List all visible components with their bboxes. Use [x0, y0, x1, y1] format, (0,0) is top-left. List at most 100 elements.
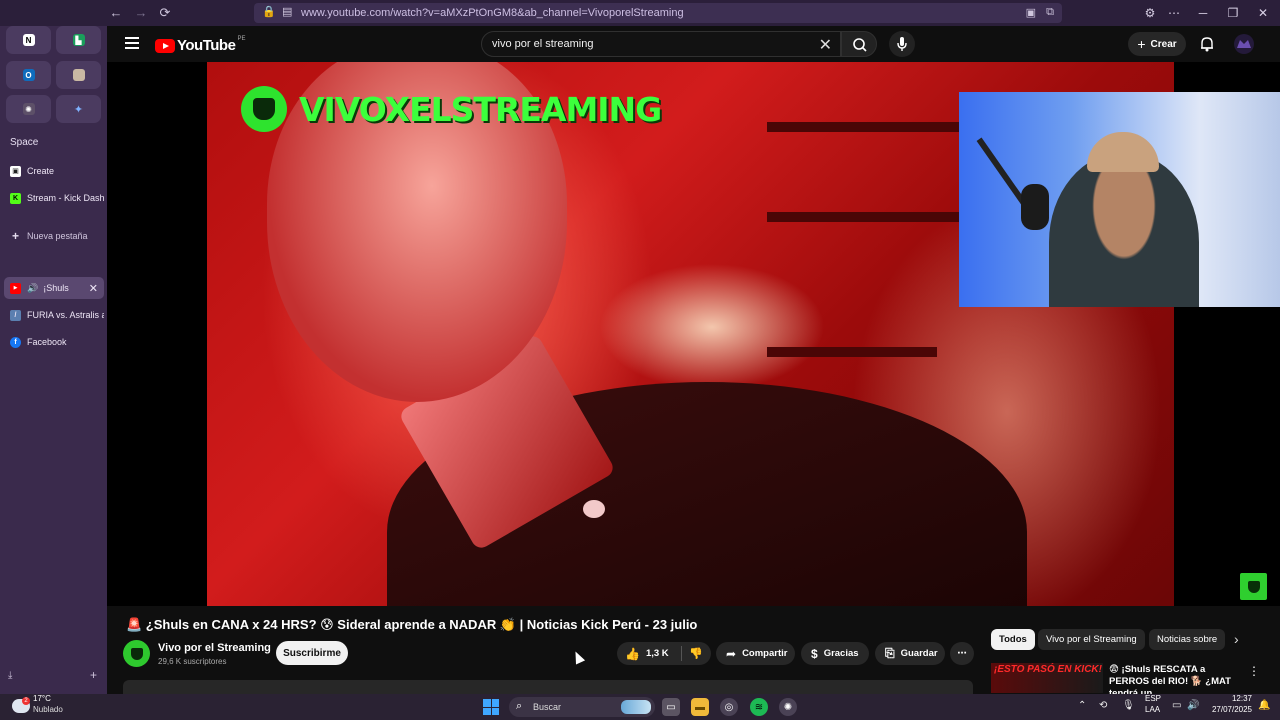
more-actions-button[interactable]: ⋯	[950, 642, 974, 665]
clock-date[interactable]: 27/07/2025	[1210, 705, 1252, 714]
thanks-label: Gracias	[823, 648, 859, 659]
bookmark-icon: ⎘	[885, 646, 895, 660]
streamer-cap	[1087, 132, 1159, 172]
weather-temperature[interactable]: 17°C	[33, 694, 51, 703]
sidebar-tab-kick[interactable]: K Stream - Kick Dashb	[4, 187, 104, 209]
pinned-sheets[interactable]: ▙	[56, 26, 101, 54]
subscriber-count: 29,6 K suscriptores	[158, 657, 227, 666]
chatgpt-icon: ✺	[22, 103, 35, 115]
address-bar[interactable]: 🔒 ▤ www.youtube.com/watch?v=aMXzPtOnGM8&…	[254, 3, 1062, 23]
like-count[interactable]: 1,3 K	[646, 648, 669, 659]
file-explorer-icon[interactable]: ▬	[691, 698, 709, 716]
minimize-icon[interactable]: ─	[1192, 4, 1214, 22]
sync-icon[interactable]: ⟲	[1099, 700, 1107, 711]
pinned-notion[interactable]: N	[6, 26, 51, 54]
keyboard-layout[interactable]: LAA	[1145, 705, 1160, 714]
tab-label: Create	[27, 166, 55, 176]
notification-bell-icon[interactable]: 🔔	[1258, 700, 1270, 711]
browser-icon[interactable]: ◎	[720, 698, 738, 716]
weather-alert-badge: 2	[22, 697, 30, 705]
spotify-icon[interactable]: ≋	[750, 698, 768, 716]
pinned-gemini[interactable]: ✦	[56, 95, 101, 123]
subscribe-button[interactable]: Suscribirme	[276, 641, 348, 665]
youtube-logo[interactable]: YouTube PE	[155, 36, 245, 54]
channel-name[interactable]: Vivo por el Streaming	[158, 642, 271, 654]
tab-label: FURIA vs. Astralis at	[27, 310, 104, 320]
url-text[interactable]: www.youtube.com/watch?v=aMXzPtOnGM8&ab_c…	[301, 7, 684, 19]
taskbar-search-label: Buscar	[533, 702, 562, 712]
picture-in-picture-icon[interactable]: ▣	[1026, 6, 1036, 19]
clear-search-icon[interactable]: ✕	[819, 35, 832, 55]
sidebar-tab-hltv[interactable]: / FURIA vs. Astralis at	[4, 304, 104, 326]
volume-icon[interactable]: 🔊	[1187, 700, 1199, 711]
network-icon[interactable]: ▭	[1172, 700, 1181, 711]
reload-icon[interactable]: ⟳	[156, 4, 174, 22]
notion-icon: N	[22, 34, 35, 46]
bookmark-icon[interactable]: ⧉	[1046, 6, 1054, 19]
page-info-icon[interactable]: ▤	[282, 5, 292, 18]
language-code[interactable]: ESP	[1145, 694, 1161, 703]
account-avatar[interactable]	[1234, 34, 1254, 54]
thanks-button[interactable]: $ Gracias	[801, 642, 869, 665]
voice-search-button[interactable]	[889, 31, 915, 57]
close-tab-icon[interactable]: ✕	[89, 282, 98, 295]
avatar-icon	[1237, 40, 1251, 48]
thumbnail-text: ¡ESTO PASÓ EN KICK!	[994, 664, 1102, 675]
video-background	[767, 122, 967, 132]
create-button[interactable]: + Crear	[1128, 32, 1186, 56]
sidebar-new-tab[interactable]: + Nueva pestaña	[4, 225, 104, 247]
channel-watermark-icon[interactable]	[1240, 573, 1267, 600]
chip-channel[interactable]: Vivo por el Streaming	[1038, 629, 1145, 650]
more-icon[interactable]: ⋯	[1163, 4, 1185, 22]
share-button[interactable]: ➦ Compartir	[716, 642, 795, 665]
search-input[interactable]: vivo por el streaming ✕	[481, 31, 841, 57]
recommendation-thumbnail[interactable]: ¡ESTO PASÓ EN KICK!	[991, 663, 1103, 693]
recommendation-title[interactable]: 😨 ¡Shuls RESCATA a PERROS del RIO! 🐕 ¿MA…	[1109, 664, 1244, 694]
create-label: Crear	[1150, 38, 1177, 50]
add-icon[interactable]: +	[90, 668, 97, 682]
weather-condition[interactable]: Nublado	[33, 705, 63, 714]
pinned-outlook[interactable]: O	[6, 61, 51, 89]
description-box[interactable]	[123, 680, 973, 694]
task-view-icon[interactable]: ▭	[662, 698, 680, 716]
save-button[interactable]: ⎘ Guardar	[875, 642, 945, 665]
mic-arm	[976, 137, 1028, 207]
extensions-icon[interactable]: ⚙	[1139, 4, 1161, 22]
sidebar-tab-youtube-active[interactable]: ▶ 🔊 ¡Shuls ✕	[4, 277, 104, 299]
pinned-notes[interactable]	[56, 61, 101, 89]
gemini-icon: ✦	[73, 103, 84, 116]
like-icon[interactable]: 👍	[625, 647, 640, 661]
taskbar-search[interactable]: ⌕ Buscar	[509, 697, 655, 717]
video-background	[767, 212, 967, 222]
microphone-icon[interactable]: 🎙	[1122, 700, 1135, 711]
channel-avatar[interactable]	[123, 640, 150, 667]
menu-icon[interactable]	[125, 37, 139, 49]
pinned-chatgpt[interactable]: ✺	[6, 95, 51, 123]
app-icon[interactable]: ✺	[779, 698, 797, 716]
outlook-icon: O	[22, 69, 35, 81]
downloads-icon[interactable]: ⤓	[8, 670, 12, 681]
speaker-icon[interactable]: 🔊	[27, 283, 38, 294]
windows-taskbar: 2 17°C Nublado ⌕ Buscar ▭ ▬ ◎ ≋ ✺ ⌃ ⟲ 🎙 …	[0, 694, 1280, 720]
maximize-icon[interactable]: ❐	[1222, 4, 1244, 22]
notifications-button[interactable]	[1198, 35, 1216, 53]
facebook-icon: f	[10, 336, 21, 348]
windows-start-icon[interactable]	[483, 699, 499, 715]
chip-news[interactable]: Noticias sobre	[1149, 629, 1225, 650]
forward-icon[interactable]: →	[132, 4, 150, 22]
logo-text: YouTube	[177, 37, 236, 54]
close-window-icon[interactable]: ✕	[1252, 4, 1274, 22]
chevron-up-icon[interactable]: ⌃	[1078, 700, 1086, 711]
create-icon: ▣	[10, 165, 21, 177]
sidebar-tab-facebook[interactable]: f Facebook	[4, 331, 104, 353]
sidebar-tab-create[interactable]: ▣ Create	[4, 160, 104, 182]
search-button[interactable]	[841, 31, 877, 57]
dislike-icon[interactable]: 👎	[689, 647, 703, 660]
kebab-menu-icon[interactable]: ⋮	[1248, 664, 1260, 678]
chip-all[interactable]: Todos	[991, 629, 1035, 650]
back-icon[interactable]: ←	[107, 4, 125, 22]
plus-icon: +	[11, 229, 19, 243]
clock-time[interactable]: 12:37	[1210, 694, 1252, 703]
chevron-right-icon[interactable]: ›	[1234, 631, 1239, 647]
search-value: vivo por el streaming	[492, 38, 594, 50]
